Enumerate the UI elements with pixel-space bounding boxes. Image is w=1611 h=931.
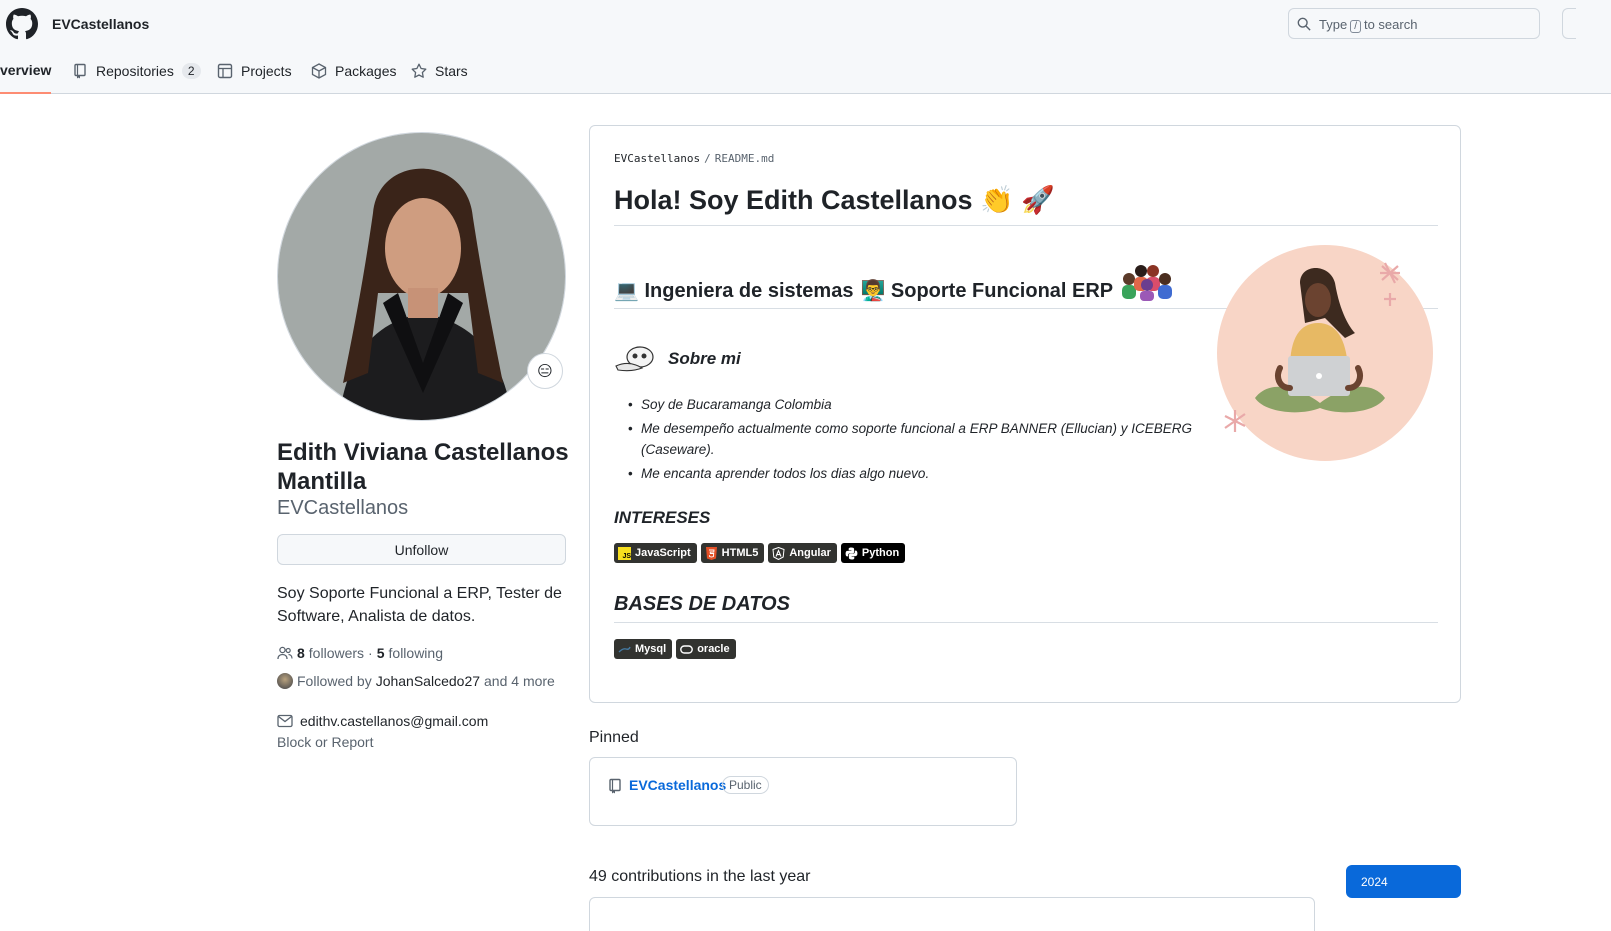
repo-count-badge: 2 [181, 63, 201, 79]
mysql-icon [618, 646, 631, 653]
badge-angular[interactable]: Angular [768, 543, 837, 563]
followers-label: followers [308, 645, 365, 661]
tab-repositories[interactable]: Repositories 2 [72, 48, 201, 94]
table-icon [217, 63, 233, 79]
follow-stats: 8 followers · 5 following [277, 645, 443, 661]
readme-subtitle-part1: 💻 Ingeniera de sistemas [614, 279, 854, 302]
readme-title: Hola! Soy Edith Castellanos 👏 🚀 [614, 184, 1438, 226]
people-group-icon [1122, 265, 1173, 301]
star-icon [411, 63, 427, 78]
tab-projects[interactable]: Projects [217, 48, 292, 94]
badge-label: Angular [789, 547, 831, 559]
pinned-repo-link[interactable]: EVCastellanos [629, 777, 726, 793]
tab-packages[interactable]: Packages [311, 48, 396, 94]
pinned-repo-card[interactable]: EVCastellanos Public [589, 757, 1017, 826]
tab-label: Projects [241, 63, 292, 79]
pinned-heading: Pinned [589, 729, 639, 746]
tab-label: Stars [435, 63, 468, 79]
tab-label: Packages [335, 63, 397, 79]
tab-label: verview [0, 62, 52, 78]
badge-label: Mysql [635, 643, 667, 655]
year-2024-button[interactable]: 2024 [1346, 865, 1461, 898]
list-item: Me encanta aprender todos los dias algo … [626, 463, 1196, 484]
python-icon [845, 547, 858, 559]
list-item: Soy de Bucaramanga Colombia [626, 394, 1196, 415]
oracle-icon [680, 644, 694, 654]
list-item: Me desempeño actualmente como soporte fu… [626, 418, 1196, 460]
readme-file-link[interactable]: README.md [715, 152, 775, 165]
html5-icon [705, 546, 717, 560]
profile-full-name: Edith Viviana Castellanos Mantilla [277, 439, 569, 495]
followers-count: 8 [297, 645, 305, 661]
visibility-badge: Public [722, 776, 769, 794]
following-label: following [388, 645, 443, 661]
intereses-heading: INTERESES [614, 508, 711, 527]
interest-badges: JS JavaScript HTML5 Angular Python [614, 543, 906, 563]
status-emoji-icon: 😑 [537, 363, 553, 380]
followed-by-prefix: Followed by [297, 673, 372, 689]
search-icon [1297, 17, 1311, 31]
package-icon [311, 63, 327, 79]
badge-label: HTML5 [721, 547, 759, 559]
woman-laptop-illustration [1217, 245, 1433, 461]
block-report-link[interactable]: Block or Report [277, 734, 373, 750]
mail-icon [277, 714, 293, 728]
header-owner-link[interactable]: EVCastellanos [52, 16, 149, 32]
avatar-photo [278, 133, 565, 420]
status-emoji-button[interactable]: 😑 [527, 353, 563, 389]
header-action-button[interactable] [1562, 8, 1576, 39]
search-shortcut-key: / [1350, 20, 1361, 33]
tab-label: Repositories [96, 63, 174, 79]
profile-login: EVCastellanos [277, 497, 409, 519]
followers-link[interactable]: 8 followers [297, 645, 364, 661]
followed-by: Followed by JohanSalcedo27 and 4 more [277, 673, 555, 689]
search-suffix: to search [1363, 17, 1418, 32]
badge-label: oracle [697, 643, 730, 655]
breadcrumb-separator: / [704, 152, 711, 165]
profile-avatar[interactable] [277, 132, 566, 421]
repo-icon [609, 778, 621, 794]
javascript-icon: JS [618, 546, 631, 560]
search-placeholder: Type / to search [1319, 17, 1417, 33]
angular-icon [772, 546, 785, 560]
tab-stars[interactable]: Stars [411, 48, 468, 94]
sobre-mi-title: Sobre mi [668, 349, 741, 368]
follower-avatar[interactable] [277, 673, 293, 689]
following-link[interactable]: 5 following [377, 645, 443, 661]
database-badges: Mysql oracle [614, 639, 736, 659]
bases-de-datos-heading: BASES DE DATOS [614, 593, 1438, 623]
profile-tabs: verview Repositories 2 Projects Packages… [0, 48, 1611, 94]
readme-subtitle-part2: 👨‍🏫 Soporte Funcional ERP [860, 279, 1114, 302]
about-list: Soy de Bucaramanga Colombia Me desempeño… [626, 394, 1196, 487]
badge-oracle[interactable]: oracle [676, 639, 736, 659]
sobre-mi-heading: Sobre mi [614, 344, 741, 374]
repo-icon [74, 63, 86, 79]
following-count: 5 [376, 645, 385, 661]
badge-label: JavaScript [635, 547, 691, 559]
badge-javascript[interactable]: JS JavaScript [614, 543, 697, 563]
github-logo-icon[interactable] [6, 8, 38, 40]
search-prefix: Type [1319, 17, 1348, 32]
readme-breadcrumb: EVCastellanos / README.md [614, 152, 774, 165]
followed-by-more-link[interactable]: and 4 more [484, 673, 555, 689]
follower-user-link[interactable]: JohanSalcedo27 [376, 673, 480, 689]
badge-mysql[interactable]: Mysql [614, 639, 673, 659]
badge-label: Python [861, 547, 900, 559]
contributions-graph [589, 897, 1315, 931]
search-input[interactable]: Type / to search [1288, 8, 1540, 39]
unfollow-button[interactable]: Unfollow [277, 534, 566, 565]
profile-bio: Soy Soporte Funcional a ERP, Tester de S… [277, 585, 562, 625]
email-link[interactable]: edithv.castellanos@gmail.com [300, 713, 488, 729]
readme-owner-link[interactable]: EVCastellanos [614, 152, 700, 165]
profile-email: edithv.castellanos@gmail.com [277, 713, 488, 729]
global-header: EVCastellanos Type / to search [0, 0, 1611, 48]
profile-readme-card: EVCastellanos / README.md Hola! Soy Edith … [589, 125, 1461, 703]
people-icon [277, 646, 293, 660]
contributions-summary: 49 contributions in the last year [589, 868, 811, 885]
badge-html5[interactable]: HTML5 [700, 543, 765, 563]
owl-sketch-icon [615, 346, 654, 372]
badge-python[interactable]: Python [840, 543, 906, 563]
separator-dot: · [368, 645, 373, 661]
tab-overview[interactable]: verview [0, 48, 52, 94]
